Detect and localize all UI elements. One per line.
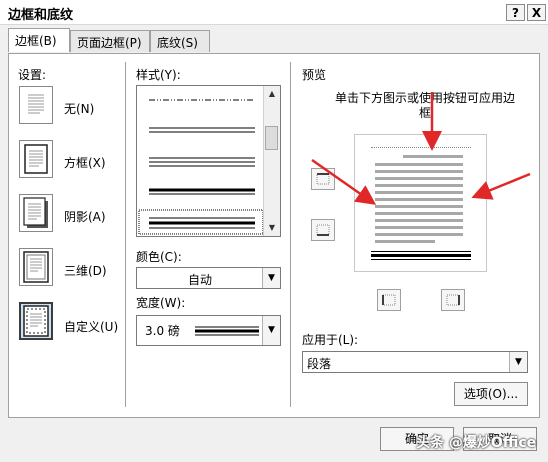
divider-right xyxy=(290,62,291,407)
settings-heading: 设置: xyxy=(18,68,47,82)
apply-to-value: 段落 xyxy=(307,357,332,371)
setting-custom-icon xyxy=(23,305,49,337)
chevron-down-icon[interactable]: ▼ xyxy=(262,316,280,345)
chevron-down-icon[interactable]: ▼ xyxy=(262,268,280,288)
watermark: 头条 @爆炒Office xyxy=(416,435,537,451)
setting-custom-label: 自定义(U) xyxy=(64,320,119,334)
setting-3d-button[interactable] xyxy=(19,248,53,286)
bottom-border-button[interactable] xyxy=(311,219,335,241)
options-button[interactable]: 选项(O)... xyxy=(454,382,528,406)
right-border-button[interactable] xyxy=(441,289,465,311)
help-button[interactable]: ? xyxy=(506,4,525,21)
setting-shadow-icon xyxy=(23,197,48,228)
chevron-down-icon[interactable]: ▼ xyxy=(509,352,527,372)
line-style-options xyxy=(138,99,264,235)
tab-borders[interactable]: 边框(B) xyxy=(8,28,70,52)
width-value: 3.0 磅 xyxy=(145,324,180,338)
setting-box-label: 方框(X) xyxy=(64,156,106,170)
tab-shading[interactable]: 底纹(S) xyxy=(150,30,210,52)
setting-shadow-button[interactable] xyxy=(19,194,53,232)
scroll-thumb[interactable] xyxy=(265,126,278,150)
style-heading: 样式(Y): xyxy=(136,68,181,82)
setting-none-label: 无(N) xyxy=(64,102,95,116)
setting-none-icon xyxy=(28,94,44,114)
apply-to-heading: 应用于(L): xyxy=(302,333,359,347)
right-border-icon xyxy=(446,294,460,306)
arrow-right-icon xyxy=(311,158,377,205)
setting-box-button[interactable] xyxy=(19,140,53,178)
color-heading: 颜色(C): xyxy=(136,250,182,264)
color-value: 自动 xyxy=(187,273,212,287)
preview-heading: 预览 xyxy=(302,68,327,82)
preview-bottom-border xyxy=(371,251,471,252)
setting-custom-button[interactable] xyxy=(19,302,53,340)
setting-box-icon xyxy=(24,144,48,174)
setting-3d-label: 三维(D) xyxy=(64,264,107,278)
width-dropdown[interactable]: 3.0 磅 ▼ xyxy=(136,315,281,346)
divider-left xyxy=(125,62,126,407)
color-dropdown[interactable]: 自动 ▼ xyxy=(136,267,281,289)
width-sample-icon xyxy=(195,326,259,336)
arrow-left-icon xyxy=(471,172,531,200)
setting-3d-icon xyxy=(23,251,49,283)
scroll-down-icon[interactable]: ▼ xyxy=(264,220,280,236)
tab-page-borders[interactable]: 页面边框(P) xyxy=(70,30,150,52)
setting-none-button[interactable] xyxy=(19,86,53,124)
scroll-up-icon[interactable]: ▲ xyxy=(264,86,280,102)
title-bar xyxy=(0,0,548,25)
width-heading: 宽度(W): xyxy=(136,296,186,310)
apply-to-dropdown[interactable]: 段落 ▼ xyxy=(302,351,528,373)
bottom-border-icon xyxy=(316,224,330,236)
style-listbox[interactable]: ▲ ▼ xyxy=(136,85,281,237)
annotation-arrows xyxy=(311,92,531,205)
setting-shadow-label: 阴影(A) xyxy=(64,210,106,224)
window-title: 边框和底纹 xyxy=(8,8,74,23)
left-border-icon xyxy=(382,294,396,306)
style-scrollbar[interactable]: ▲ ▼ xyxy=(263,86,280,236)
left-border-button[interactable] xyxy=(377,289,401,311)
close-button[interactable]: X xyxy=(527,4,546,21)
